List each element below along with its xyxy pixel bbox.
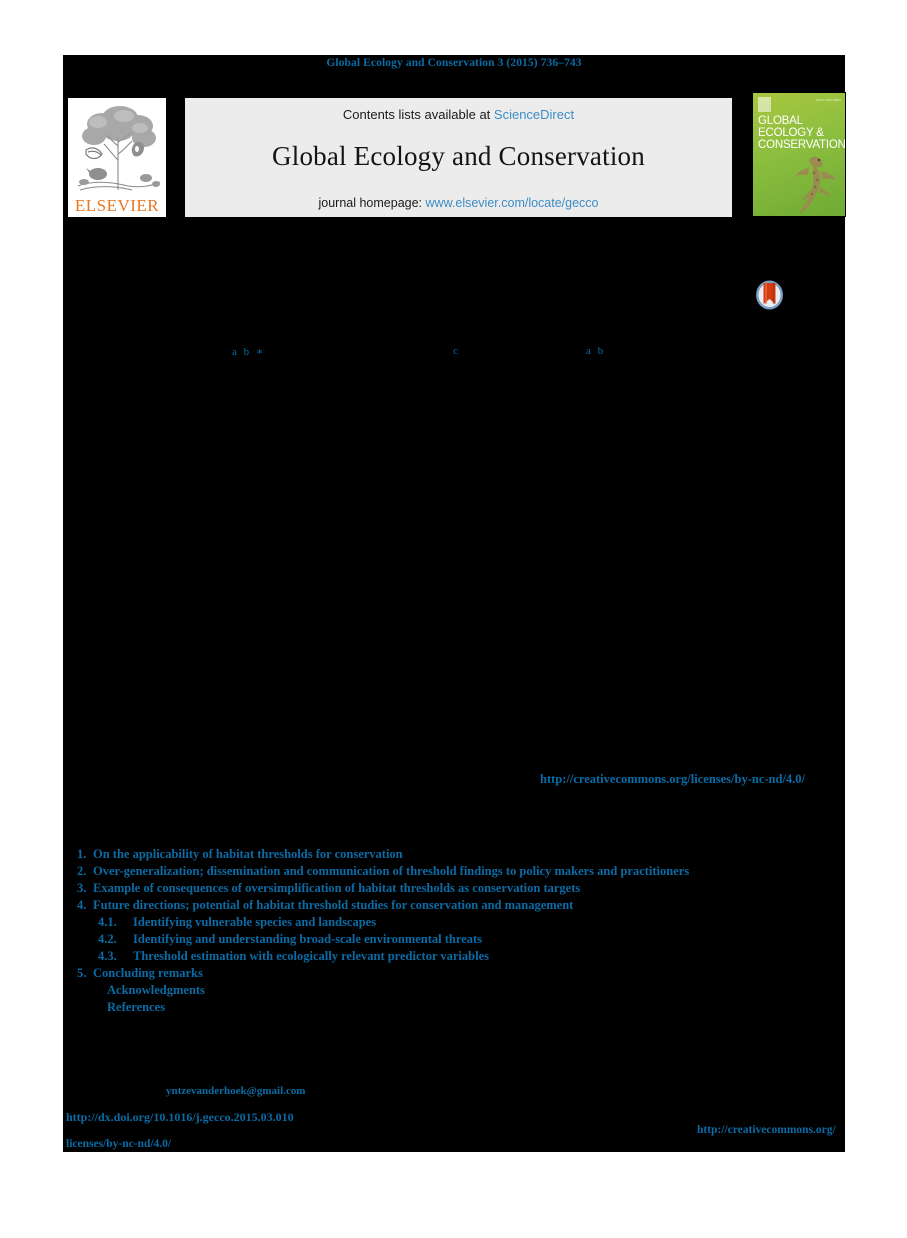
footer-license-link-part-2[interactable]: licenses/by-nc-nd/4.0/ — [66, 1138, 171, 1150]
doi-link[interactable]: http://dx.doi.org/10.1016/j.gecco.2015.0… — [66, 1110, 294, 1125]
journal-masthead: ELSEVIER Contents lists available at Sci… — [68, 92, 847, 218]
contents-item-number: 4. — [77, 898, 87, 912]
elsevier-mark-icon — [758, 97, 771, 112]
footer-license-link-part-1[interactable]: http://creativecommons.org/ — [697, 1124, 836, 1136]
journal-cover-thumbnail: ISSN 2351-9894 GLOBAL ECOLOGY & CONSERVA… — [752, 92, 846, 217]
author-affiliation-mark-3: a b — [586, 345, 606, 357]
contents-item-number: 5. — [77, 966, 87, 980]
abstract-license-link[interactable]: http://creativecommons.org/licenses/by-n… — [540, 772, 805, 787]
contents-available-line: Contents lists available at ScienceDirec… — [185, 107, 732, 122]
author-affiliation-mark-2: c — [453, 345, 460, 357]
contents-item-label[interactable]: Acknowledgments — [107, 982, 205, 999]
contents-item-label[interactable]: References — [107, 999, 165, 1016]
corresponding-author-email-link[interactable]: yntzevanderhoek@gmail.com — [166, 1085, 305, 1097]
contents-item-references[interactable]: References — [63, 999, 845, 1016]
contents-item-label[interactable]: On the applicability of habitat threshol… — [93, 846, 403, 863]
contents-available-prefix: Contents lists available at — [342, 107, 494, 122]
contents-subitem[interactable]: 4.3. Threshold estimation with ecologica… — [63, 948, 845, 965]
contents-item-number: 4.3. — [98, 949, 117, 963]
cover-issn: ISSN 2351-9894 — [816, 98, 841, 102]
elsevier-logo: ELSEVIER — [68, 98, 166, 217]
cover-title-line-2: ECOLOGY & — [758, 127, 824, 139]
contents-subitem[interactable]: 4.1. Identifying vulnerable species and … — [63, 914, 845, 931]
contents-item-number: 1. — [77, 847, 87, 861]
sciencedirect-banner: Contents lists available at ScienceDirec… — [185, 98, 732, 217]
contents-item-label[interactable]: Concluding remarks — [93, 965, 203, 982]
article-page: Global Ecology and Conservation 3 (2015)… — [0, 0, 907, 1238]
contents-list: 1. On the applicability of habitat thres… — [63, 846, 845, 1016]
contents-item[interactable]: 3. Example of consequences of oversimpli… — [63, 880, 845, 897]
contents-item-acknowledgments[interactable]: Acknowledgments — [63, 982, 845, 999]
contents-item-number: 4.2. — [98, 932, 117, 946]
contents-item-number: 2. — [77, 864, 87, 878]
crossmark-badge[interactable] — [754, 279, 785, 313]
contents-item-label[interactable]: Identifying vulnerable species and lands… — [125, 914, 376, 931]
running-head: Global Ecology and Conservation 3 (2015)… — [326, 57, 582, 69]
elsevier-tree-icon — [68, 98, 166, 198]
journal-title: Global Ecology and Conservation — [272, 141, 645, 171]
contents-item-number: 3. — [77, 881, 87, 895]
contents-item[interactable]: 1. On the applicability of habitat thres… — [63, 846, 845, 863]
contents-item[interactable]: 5. Concluding remarks — [63, 965, 845, 982]
contents-item-label[interactable]: Future directions; potential of habitat … — [93, 897, 573, 914]
contents-item-number: 4.1. — [98, 915, 117, 929]
gecko-lizard-icon — [795, 156, 836, 213]
contents-subitem[interactable]: 4.2. Identifying and understanding broad… — [63, 931, 845, 948]
journal-homepage-link[interactable]: www.elsevier.com/locate/gecco — [426, 196, 599, 210]
crossmark-badge-icon — [756, 280, 783, 310]
cover-title-line-1: GLOBAL — [758, 115, 803, 127]
cover-title: GLOBAL ECOLOGY & CONSERVATION — [758, 115, 845, 151]
homepage-label: journal homepage: — [318, 196, 426, 210]
contents-item-label[interactable]: Identifying and understanding broad-scal… — [125, 931, 482, 948]
contents-item-label[interactable]: Example of consequences of oversimplific… — [93, 880, 580, 897]
contents-item-label[interactable]: Over-generalization; dissemination and c… — [93, 863, 689, 880]
author-affiliation-mark-1: a b ∗ — [232, 346, 266, 358]
sciencedirect-link[interactable]: ScienceDirect — [494, 107, 574, 122]
journal-homepage-line: journal homepage: www.elsevier.com/locat… — [185, 196, 732, 210]
elsevier-wordmark: ELSEVIER — [74, 196, 160, 215]
contents-item-label[interactable]: Threshold estimation with ecologically r… — [125, 948, 489, 965]
contents-item[interactable]: 2. Over-generalization; dissemination an… — [63, 863, 845, 880]
contents-item[interactable]: 4. Future directions; potential of habit… — [63, 897, 845, 914]
